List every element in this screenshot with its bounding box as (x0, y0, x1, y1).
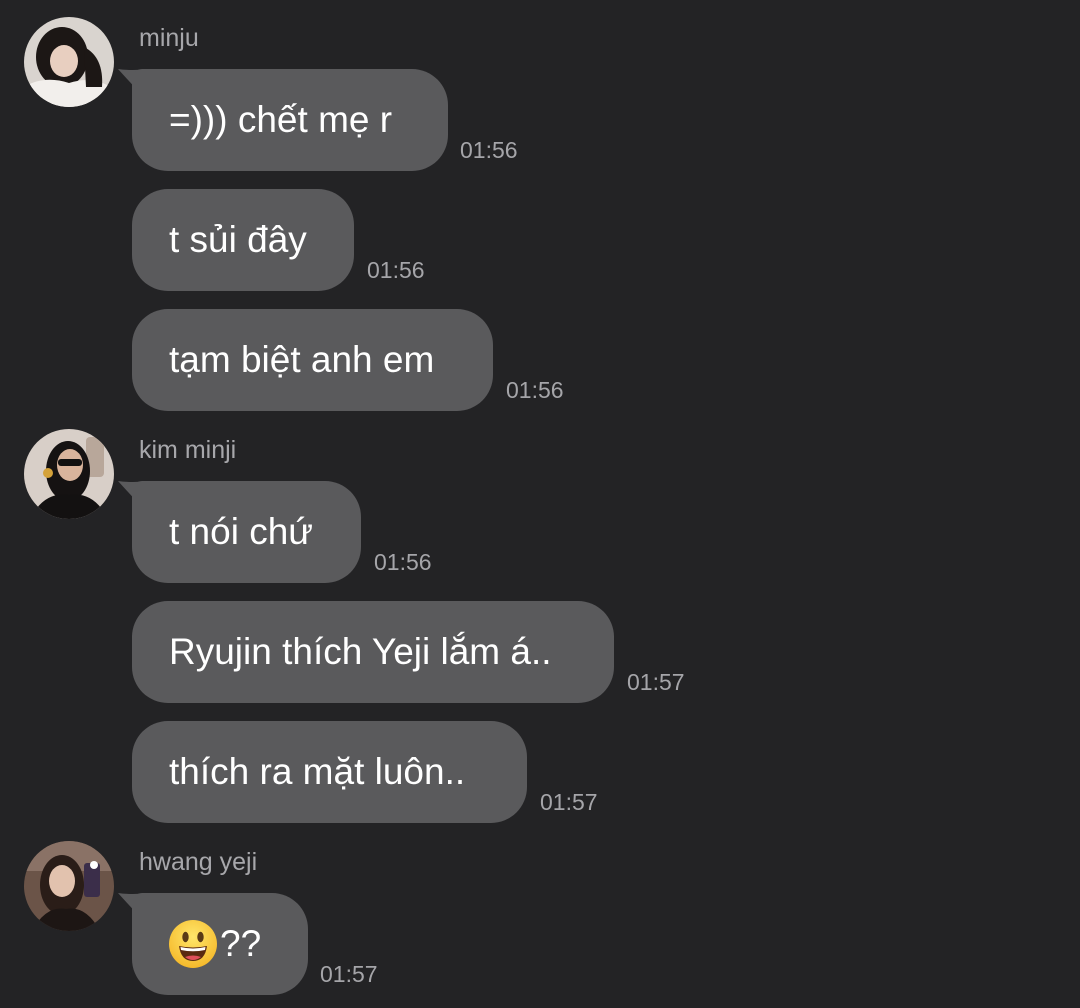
message-text: ?? (220, 923, 262, 964)
smiling-face-emoji-icon (168, 919, 218, 969)
message-text: tạm biệt anh em (169, 339, 435, 380)
sender-name-hwang-yeji: hwang yeji (139, 848, 258, 876)
message-bubble[interactable]: t nói chứ (132, 481, 361, 583)
message-time: 01:56 (506, 377, 564, 403)
sender-name-kim-minji: kim minji (139, 436, 237, 464)
avatar-kim-minji[interactable] (24, 429, 114, 519)
message-bubble[interactable]: Ryujin thích Yeji lắm á.. (132, 601, 614, 703)
avatar-minju[interactable] (24, 17, 114, 107)
message-time: 01:56 (460, 137, 518, 163)
message-time: 01:56 (367, 257, 425, 283)
avatar-kim-minji-image (24, 429, 114, 519)
message-text: Ryujin thích Yeji lắm á.. (169, 631, 552, 672)
message-text: =))) chết mẹ r (169, 99, 393, 140)
avatar-hwang-yeji-image (24, 841, 114, 931)
sender-name-minju: minju (139, 24, 199, 52)
message-time: 01:57 (627, 669, 685, 695)
message-text: t sủi đây (169, 219, 307, 260)
message-text: thích ra mặt luôn.. (169, 751, 466, 792)
message-bubble[interactable]: ?? (132, 893, 308, 995)
message-time: 01:57 (540, 789, 598, 815)
message-bubble[interactable]: t sủi đây (132, 189, 354, 291)
avatar-minju-image (24, 17, 114, 107)
message-bubble[interactable]: thích ra mặt luôn.. (132, 721, 527, 823)
message-bubble[interactable]: tạm biệt anh em (132, 309, 493, 411)
message-bubble[interactable]: =))) chết mẹ r (132, 69, 448, 171)
message-text: t nói chứ (169, 511, 314, 552)
message-time: 01:56 (374, 549, 432, 575)
message-time: 01:57 (320, 961, 378, 987)
avatar-hwang-yeji[interactable] (24, 841, 114, 931)
